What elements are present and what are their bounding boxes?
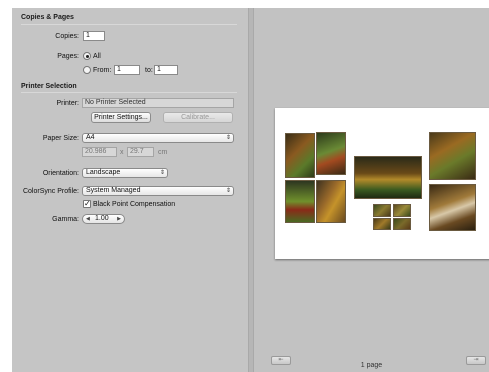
unit-label: cm — [158, 149, 168, 156]
section-divider — [21, 92, 237, 93]
pages-label: Pages: — [57, 53, 79, 60]
gamma-stepper[interactable]: ◀ 1.00 ▶ — [82, 214, 125, 224]
gamma-label: Gamma: — [52, 216, 79, 223]
page-count: 1 page — [360, 362, 383, 369]
photo-thumbnail — [429, 184, 476, 231]
to-label: to: — [145, 67, 153, 74]
page-preview — [275, 108, 489, 259]
colorsync-value: System Managed — [86, 187, 141, 194]
next-page-button[interactable]: ⇥ — [466, 356, 486, 365]
paper-width-field: 20.986 — [82, 147, 117, 157]
black-point-label: Black Point Compensation — [93, 201, 176, 208]
orientation-value: Landscape — [86, 169, 121, 176]
paper-size-label: Paper Size: — [42, 135, 79, 142]
to-field[interactable]: 1 — [154, 65, 178, 75]
printer-selection-heading: Printer Selection — [21, 83, 77, 90]
colorsync-popup[interactable]: System Managed ⇕ — [82, 186, 234, 196]
gamma-value: 1.00 — [95, 215, 109, 222]
photo-thumbnail — [316, 132, 346, 175]
section-divider — [21, 24, 237, 25]
preview-panel: ⇤ 1 page ⇥ — [254, 8, 489, 372]
photo-thumbnail — [316, 180, 346, 223]
from-label: From: — [93, 67, 112, 74]
pages-all-label: All — [93, 53, 101, 60]
photo-thumbnail — [393, 218, 411, 230]
pages-all-radio[interactable] — [83, 52, 91, 60]
printer-field: No Printer Selected — [82, 98, 234, 108]
pages-from-radio[interactable] — [83, 66, 91, 74]
settings-panel: Copies & Pages Copies: 1 Pages: All From… — [12, 8, 248, 372]
times-sign: x — [120, 149, 124, 156]
checkmark-icon: ✓ — [84, 199, 91, 208]
photo-thumbnail — [354, 156, 422, 199]
stepper-left-icon[interactable]: ◀ — [86, 215, 90, 223]
copies-field[interactable]: 1 — [83, 31, 105, 41]
printer-settings-button[interactable]: Printer Settings... — [91, 112, 151, 123]
copies-pages-heading: Copies & Pages — [21, 14, 74, 21]
photo-thumbnail — [285, 180, 315, 223]
arrow-right-icon: ⇥ — [473, 357, 479, 363]
from-field[interactable]: 1 — [114, 65, 140, 75]
chevron-updown-icon: ⇕ — [225, 135, 231, 141]
paper-size-popup[interactable]: A4 ⇕ — [82, 133, 234, 143]
photo-thumbnail — [373, 218, 391, 230]
photo-thumbnail — [373, 204, 391, 217]
print-dialog: Copies & Pages Copies: 1 Pages: All From… — [12, 8, 489, 372]
paper-height-field: 29.7 — [127, 147, 154, 157]
stepper-right-icon[interactable]: ▶ — [117, 215, 121, 223]
calibrate-button: Calibrate... — [163, 112, 233, 123]
orientation-label: Orientation: — [42, 170, 79, 177]
black-point-checkbox[interactable]: ✓ — [83, 200, 91, 208]
colorsync-label: ColorSync Profile: — [22, 188, 79, 195]
photo-thumbnail — [429, 132, 476, 180]
chevron-updown-icon: ⇕ — [159, 170, 165, 176]
photo-thumbnail — [393, 204, 411, 217]
photo-thumbnail — [285, 133, 315, 178]
copies-label: Copies: — [55, 33, 79, 40]
orientation-popup[interactable]: Landscape ⇕ — [82, 168, 168, 178]
printer-label: Printer: — [56, 100, 79, 107]
paper-size-value: A4 — [86, 134, 95, 141]
chevron-updown-icon: ⇕ — [225, 188, 231, 194]
